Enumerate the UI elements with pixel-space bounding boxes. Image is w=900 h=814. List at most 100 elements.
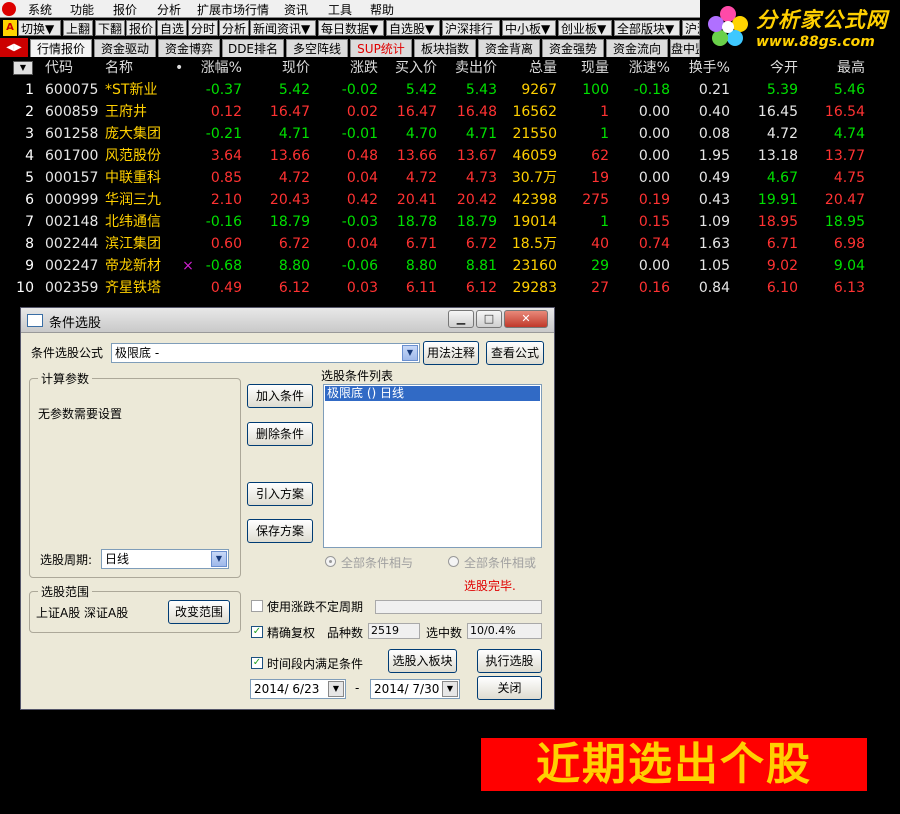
date-to-picker[interactable]: 2014/ 7/30 ▼ bbox=[370, 679, 460, 699]
cell-name: *ST新业 bbox=[105, 82, 158, 98]
cell-code: 600859 bbox=[45, 104, 99, 120]
header-change-pct[interactable]: 涨幅% bbox=[190, 57, 242, 79]
cell-vol: 23160 bbox=[512, 258, 557, 274]
variable-period-field[interactable] bbox=[375, 600, 542, 614]
cell-open: 6.71 bbox=[766, 236, 798, 252]
import-plan-button[interactable]: 引入方案 bbox=[247, 482, 313, 506]
menu-function[interactable]: 功能 bbox=[70, 1, 94, 18]
menu-help[interactable]: 帮助 bbox=[370, 1, 394, 18]
header-open[interactable]: 今开 bbox=[750, 57, 798, 79]
formula-select[interactable]: 极限底 - ▼ bbox=[111, 343, 420, 363]
table-row[interactable]: 7 002148 北纬通信 -0.16 18.79 -0.03 18.78 18.79 1901… bbox=[0, 211, 900, 233]
calendar-dropdown-icon[interactable]: ▼ bbox=[328, 681, 344, 697]
table-row[interactable]: 9 002247 帝龙新材 × -0.68 8.80 -0.06 8.80 8.81 23160 2… bbox=[0, 255, 900, 277]
table-row[interactable]: 5 000157 中联重科 0.85 4.72 0.04 4.72 4.73 30.7万 19 0.… bbox=[0, 167, 900, 189]
period-select[interactable]: 日线 ▼ bbox=[101, 549, 229, 569]
tab-fund-game[interactable]: 资金博弈 bbox=[158, 39, 220, 57]
table-row[interactable]: 3 601258 庞大集团 -0.21 4.71 -0.01 4.70 4.71 21550 1 0… bbox=[0, 123, 900, 145]
toolbar-shsz[interactable]: 沪深 bbox=[682, 20, 700, 36]
add-to-block-button[interactable]: 选股入板块 bbox=[388, 649, 457, 673]
tab-quotes[interactable]: 行情报价 bbox=[30, 39, 92, 57]
tab-fund-divergence[interactable]: 资金背离 bbox=[478, 39, 540, 57]
toolbar-quote[interactable]: 报价 bbox=[126, 20, 156, 36]
radio-and[interactable] bbox=[325, 556, 336, 567]
time-range-checkbox[interactable]: ✓ bbox=[251, 657, 263, 669]
header-turnover[interactable]: 换手% bbox=[680, 57, 730, 79]
menu-system[interactable]: 系统 bbox=[28, 1, 52, 18]
header-volume[interactable]: 总量 bbox=[505, 57, 557, 79]
condition-listbox[interactable]: 极限底 () 日线 bbox=[323, 384, 542, 548]
status-text: 选股完毕. bbox=[464, 579, 516, 593]
period-label: 选股周期: bbox=[40, 553, 93, 567]
header-ask[interactable]: 卖出价 bbox=[445, 57, 497, 79]
menu-extended-market[interactable]: 扩展市场行情 bbox=[197, 1, 269, 18]
header-speed[interactable]: 涨速% bbox=[620, 57, 670, 79]
toolbar-analysis[interactable]: 分析 bbox=[219, 20, 249, 36]
condition-selection-dialog: 条件选股 ▁ □ ✕ 条件选股公式 极限底 - ▼ 用法注释 查看公式 计算参数… bbox=[20, 307, 555, 710]
table-row[interactable]: 4 601700 风范股份 3.64 13.66 0.48 13.66 13.67 46059 6… bbox=[0, 145, 900, 167]
tab-dde-rank[interactable]: DDE排名 bbox=[222, 39, 284, 57]
delete-condition-button[interactable]: 删除条件 bbox=[247, 422, 313, 446]
view-formula-button[interactable]: 查看公式 bbox=[486, 341, 544, 365]
menu-tools[interactable]: 工具 bbox=[328, 1, 352, 18]
toolbar-daily-data[interactable]: 每日数据▼ bbox=[318, 20, 384, 36]
header-name[interactable]: 名称 bbox=[105, 57, 133, 79]
header-current-volume[interactable]: 现量 bbox=[575, 57, 609, 79]
tab-sup-stats[interactable]: SUP统计 bbox=[350, 39, 412, 57]
radio-or[interactable] bbox=[448, 556, 459, 567]
sort-dropdown-icon[interactable]: ▼ bbox=[13, 61, 33, 75]
header-high[interactable]: 最高 bbox=[815, 57, 865, 79]
toolbar-page-up[interactable]: 上翻 bbox=[63, 20, 93, 36]
tab-sector-index[interactable]: 板块指数 bbox=[414, 39, 476, 57]
header-bid[interactable]: 买入价 bbox=[385, 57, 437, 79]
quote-table: ▼ 代码 名称 • 涨幅% 现价 涨跌 买入价 卖出价 总量 现量 涨速% 换手… bbox=[0, 57, 900, 299]
chevron-down-icon[interactable]: ▼ bbox=[211, 551, 227, 567]
menu-analysis[interactable]: 分析 bbox=[157, 1, 181, 18]
toolbar-my-stocks[interactable]: 自选股▼ bbox=[386, 20, 440, 36]
table-row[interactable]: 6 000999 华润三九 2.10 20.43 0.42 20.41 20.42 42398 2… bbox=[0, 189, 900, 211]
save-plan-button[interactable]: 保存方案 bbox=[247, 519, 313, 543]
toolbar-page-down[interactable]: 下翻 bbox=[95, 20, 125, 36]
cell-speed: -0.18 bbox=[633, 82, 670, 98]
table-row[interactable]: 8 002244 滨江集团 0.60 6.72 0.04 6.71 6.72 18.5万 40 0.… bbox=[0, 233, 900, 255]
tab-bull-bear[interactable]: 多空阵线 bbox=[286, 39, 348, 57]
table-row[interactable]: 2 600859 王府井 0.12 16.47 0.02 16.47 16.48 16562 1 0… bbox=[0, 101, 900, 123]
dialog-titlebar[interactable]: 条件选股 ▁ □ ✕ bbox=[21, 308, 554, 333]
toolbar-gem-board[interactable]: 创业板▼ bbox=[558, 20, 612, 36]
close-button[interactable]: 关闭 bbox=[477, 676, 542, 700]
table-row[interactable]: 1 600075 *ST新业 -0.37 5.42 -0.02 5.42 5.43 9267 10… bbox=[0, 79, 900, 101]
variable-period-checkbox[interactable] bbox=[251, 600, 263, 612]
maximize-icon[interactable]: □ bbox=[476, 310, 502, 328]
exact-rights-checkbox[interactable]: ✓ bbox=[251, 626, 263, 638]
tab-scroll-arrows-icon[interactable]: ◀▶ bbox=[0, 38, 28, 57]
condition-item[interactable]: 极限底 () 日线 bbox=[325, 386, 540, 401]
header-code[interactable]: 代码 bbox=[45, 57, 73, 79]
calendar-dropdown-icon[interactable]: ▼ bbox=[442, 681, 458, 697]
toolbar-all-sectors[interactable]: 全部版块▼ bbox=[614, 20, 680, 36]
date-from-picker[interactable]: 2014/ 6/23 ▼ bbox=[250, 679, 346, 699]
header-change[interactable]: 涨跌 bbox=[330, 57, 378, 79]
toolbar-ranking[interactable]: 沪深排行 bbox=[442, 20, 500, 36]
flower-logo-icon bbox=[708, 6, 748, 46]
execute-selection-button[interactable]: 执行选股 bbox=[477, 649, 542, 673]
minimize-icon[interactable]: ▁ bbox=[448, 310, 474, 328]
header-price[interactable]: 现价 bbox=[260, 57, 310, 79]
tab-intraday-monitor[interactable]: 盘中监 bbox=[670, 39, 700, 57]
usage-notes-button[interactable]: 用法注释 bbox=[423, 341, 479, 365]
change-scope-button[interactable]: 改变范围 bbox=[168, 600, 230, 624]
chevron-down-icon[interactable]: ▼ bbox=[402, 345, 418, 361]
toolbar-switch[interactable]: 切换▼ bbox=[18, 20, 61, 36]
toolbar-news[interactable]: 新闻资讯▼ bbox=[250, 20, 316, 36]
toolbar-timeshare[interactable]: 分时 bbox=[188, 20, 218, 36]
toolbar-watchlist[interactable]: 自选 bbox=[157, 20, 187, 36]
menu-quote[interactable]: 报价 bbox=[113, 1, 137, 18]
tab-fund-flow[interactable]: 资金流向 bbox=[606, 39, 668, 57]
tab-fund-strength[interactable]: 资金强势 bbox=[542, 39, 604, 57]
cell-vol: 46059 bbox=[512, 148, 557, 164]
add-condition-button[interactable]: 加入条件 bbox=[247, 384, 313, 408]
tab-fund-drive[interactable]: 资金驱动 bbox=[94, 39, 156, 57]
toolbar-sme-board[interactable]: 中小板▼ bbox=[502, 20, 556, 36]
menu-news[interactable]: 资讯 bbox=[284, 1, 308, 18]
table-row[interactable]: 10 002359 齐星铁塔 0.49 6.12 0.03 6.11 6.12 29283 27 0… bbox=[0, 277, 900, 299]
close-icon[interactable]: ✕ bbox=[504, 310, 548, 328]
